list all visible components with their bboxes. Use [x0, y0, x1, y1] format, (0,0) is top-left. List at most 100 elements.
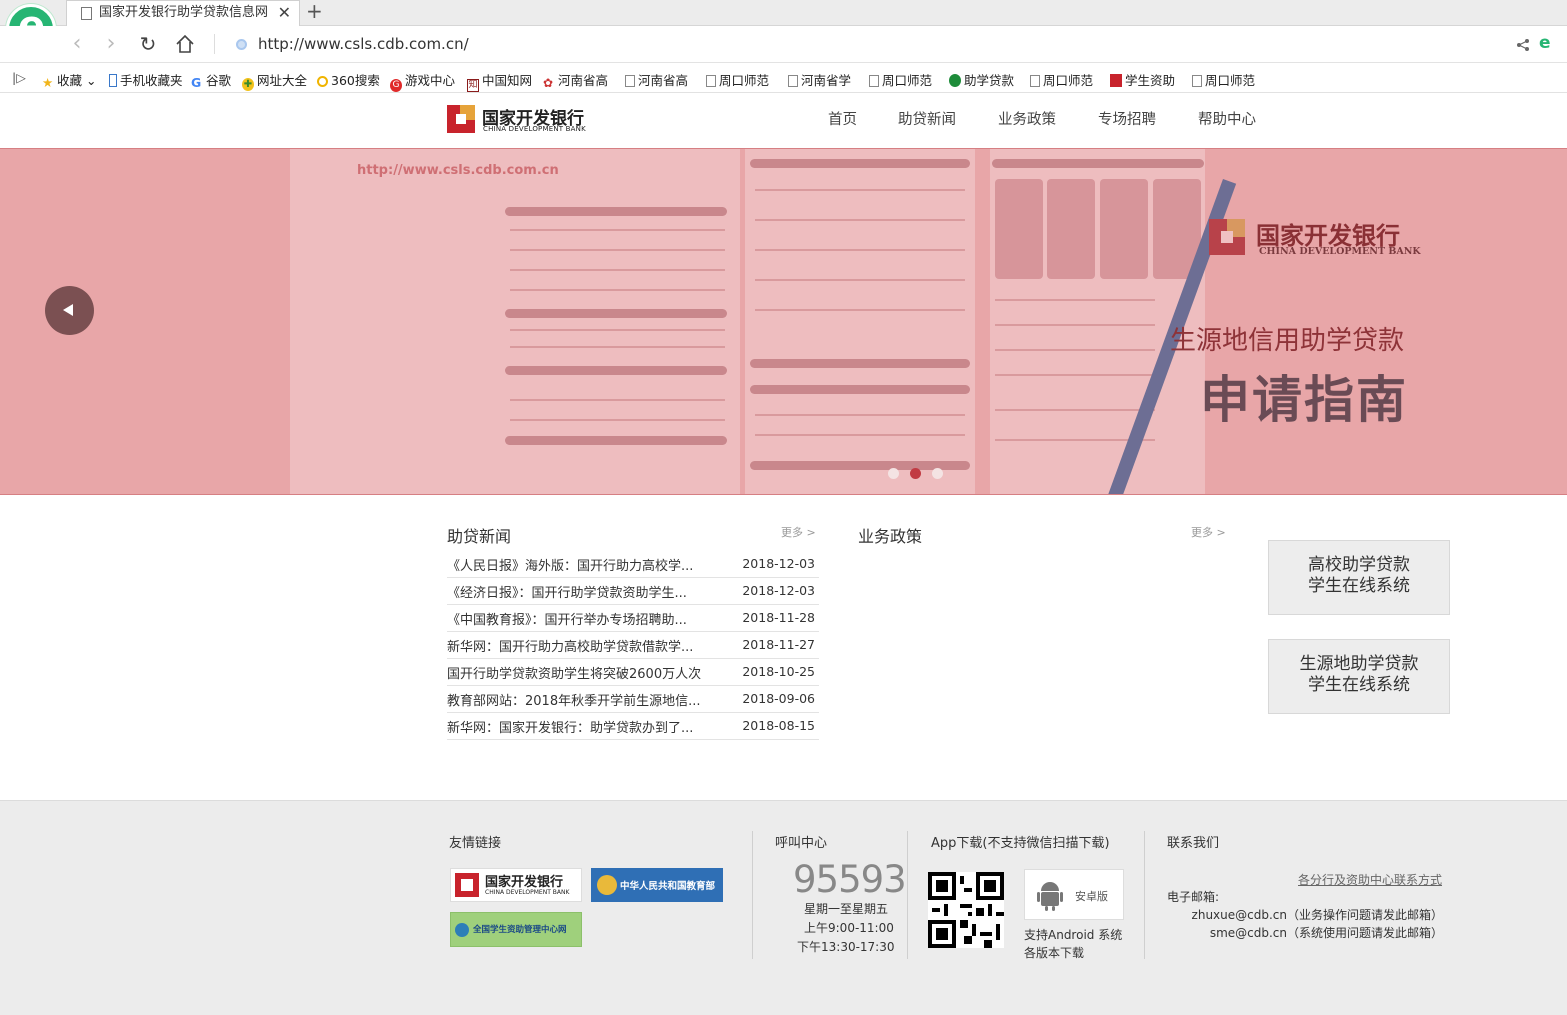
bookmark-item[interactable]: 知中国知网: [467, 70, 532, 92]
browser-menu-icon[interactable]: e: [1539, 33, 1551, 53]
link-text-en: CHINA DEVELOPMENT BANK: [485, 889, 570, 896]
decor: [755, 249, 965, 251]
hours-text: 下午13:30-17:30: [797, 940, 895, 954]
search-360-icon: [317, 76, 328, 87]
flower-icon: ✿: [543, 76, 554, 90]
call-center-title: 呼叫中心: [775, 836, 828, 851]
news-item[interactable]: 《人民日报》海外版：国开行助力高校学... 2018-12-03: [447, 551, 819, 578]
bookmark-item[interactable]: 助学贷款: [949, 70, 1014, 89]
address-bar[interactable]: http://www.csls.cdb.com.cn/: [236, 35, 469, 53]
bookmark-item[interactable]: 周口师范: [869, 70, 932, 89]
decor: [750, 159, 970, 168]
new-tab-button[interactable]: +: [306, 0, 323, 23]
bookmark-item[interactable]: 河南省高: [625, 70, 688, 89]
bookmark-item[interactable]: 学生资助: [1110, 70, 1175, 89]
guide-panel-middle: [745, 149, 975, 494]
bookmark-item[interactable]: 河南省学: [788, 70, 851, 89]
sidebar-toggle-icon[interactable]: |▷: [12, 70, 26, 85]
banner-subtitle: 生源地信用助学贷款: [1170, 326, 1405, 356]
decor: [995, 409, 1155, 411]
nav-news[interactable]: 助贷新闻: [898, 108, 956, 129]
footer-divider: [1144, 831, 1145, 959]
slider-prev-button[interactable]: [45, 286, 94, 335]
android-note: 各版本下载: [1024, 946, 1085, 960]
banner-logo-english: CHINA DEVELOPMENT BANK: [1259, 246, 1421, 257]
news-item[interactable]: 新华网：国家开发银行：助学贷款办到了... 2018-08-15: [447, 713, 819, 740]
decor: [505, 366, 727, 375]
college-loan-system-button[interactable]: 高校助学贷款 学生在线系统: [1268, 540, 1450, 615]
moe-link[interactable]: 中华人民共和国教育部: [591, 868, 723, 902]
decor: [995, 299, 1155, 301]
xszz-link[interactable]: 全国学生资助管理中心网: [450, 912, 582, 947]
bookmark-item[interactable]: 手机收藏夹: [109, 70, 183, 89]
bookmark-item[interactable]: G 游戏中心: [390, 70, 455, 92]
news-item[interactable]: 《经济日报》：国开行助学贷款资助学生... 2018-12-03: [447, 578, 819, 605]
local-loan-system-button[interactable]: 生源地助学贷款 学生在线系统: [1268, 639, 1450, 714]
decor: [510, 419, 725, 421]
page-icon: [788, 75, 798, 87]
home-icon[interactable]: [175, 34, 195, 54]
nav-policy[interactable]: 业务政策: [998, 108, 1056, 129]
forward-icon[interactable]: ›: [100, 33, 122, 55]
nav-recruitment[interactable]: 专场招聘: [1098, 108, 1156, 129]
news-item[interactable]: 新华网：国开行助力高校助学贷款借款学... 2018-11-27: [447, 632, 819, 659]
flow-step: [1047, 179, 1095, 279]
decor: [755, 279, 965, 281]
slider-dot-active[interactable]: [910, 468, 921, 479]
link-text: 中华人民共和国教育部: [620, 881, 716, 892]
back-icon[interactable]: ‹: [66, 33, 88, 55]
cdb-logo[interactable]: 国家开发银行 CHINA DEVELOPMENT BANK: [447, 104, 597, 140]
decor: [755, 189, 965, 191]
bookmark-item[interactable]: 周口师范: [1192, 70, 1255, 89]
news-more-link[interactable]: 更多 >: [781, 524, 816, 540]
page-icon: [1030, 75, 1040, 87]
browser-tab-bar: 国家开发银行助学贷款信息网 ✕ +: [0, 0, 1567, 26]
star-icon: ★: [42, 75, 54, 90]
bookmark-item[interactable]: ★ 收藏 ⌄: [42, 70, 96, 90]
policy-more-link[interactable]: 更多 >: [1191, 524, 1226, 540]
cdb-logo-icon: [447, 105, 475, 133]
reload-icon[interactable]: ↻: [137, 33, 159, 55]
android-download-button[interactable]: 安卓版: [1024, 869, 1124, 920]
url-text: http://www.csls.cdb.com.cn/: [258, 35, 469, 53]
email-system[interactable]: sme@cdb.cn（系统使用问题请发此邮箱）: [1210, 924, 1443, 941]
qr-code-icon: [928, 872, 1004, 948]
android-icon: [1037, 882, 1063, 911]
browser-tab[interactable]: 国家开发银行助学贷款信息网 ✕: [66, 0, 300, 26]
footer-divider: [907, 831, 908, 959]
cdb-icon: [1110, 74, 1122, 87]
slider-dot[interactable]: [932, 468, 943, 479]
decor: [505, 309, 727, 318]
bookmark-item[interactable]: ✚ 网址大全: [242, 70, 307, 91]
bookmark-item[interactable]: 周口师范: [1030, 70, 1093, 89]
email-business[interactable]: zhuxue@cdb.cn（业务操作问题请发此邮箱）: [1192, 906, 1443, 923]
flow-step: [995, 179, 1043, 279]
bookmark-item[interactable]: G 谷歌: [191, 70, 231, 90]
close-tab-icon[interactable]: ✕: [278, 1, 291, 25]
cnki-icon: 知: [467, 79, 479, 92]
branch-contact-link[interactable]: 各分行及资助中心联系方式: [1298, 871, 1442, 888]
flow-step: [1100, 179, 1148, 279]
news-item[interactable]: 《中国教育报》：国开行举办专场招聘助... 2018-11-28: [447, 605, 819, 632]
loan-icon: [949, 74, 961, 87]
divider: [214, 34, 215, 54]
decor: [510, 399, 725, 401]
banner-slider[interactable]: http://www.csls.cdb.com.cn 国家开发银行 CHINA …: [0, 148, 1567, 495]
nav-help[interactable]: 帮助中心: [1198, 108, 1256, 129]
bookmark-item[interactable]: 360搜索: [317, 70, 380, 89]
news-item[interactable]: 国开行助学贷款资助学生将突破2600万人次 2018-10-25: [447, 659, 819, 686]
share-icon[interactable]: [1516, 38, 1530, 52]
nav-home[interactable]: 首页: [828, 108, 857, 129]
secure-icon: [236, 39, 247, 50]
decor: [992, 159, 1204, 168]
page-icon: [625, 75, 635, 87]
decor: [510, 249, 725, 251]
bookmark-item[interactable]: 周口师范: [706, 70, 769, 89]
bookmark-item[interactable]: ✿ 河南省高: [543, 70, 608, 90]
slider-dot[interactable]: [888, 468, 899, 479]
news-item[interactable]: 教育部网站：2018年秋季开学前生源地信... 2018-09-06: [447, 686, 819, 713]
decor: [755, 434, 965, 436]
cdb-link[interactable]: 国家开发银行 CHINA DEVELOPMENT BANK: [450, 868, 582, 902]
hours-text: 上午9:00-11:00: [804, 921, 894, 935]
android-note: 支持Android 系统: [1024, 928, 1123, 942]
